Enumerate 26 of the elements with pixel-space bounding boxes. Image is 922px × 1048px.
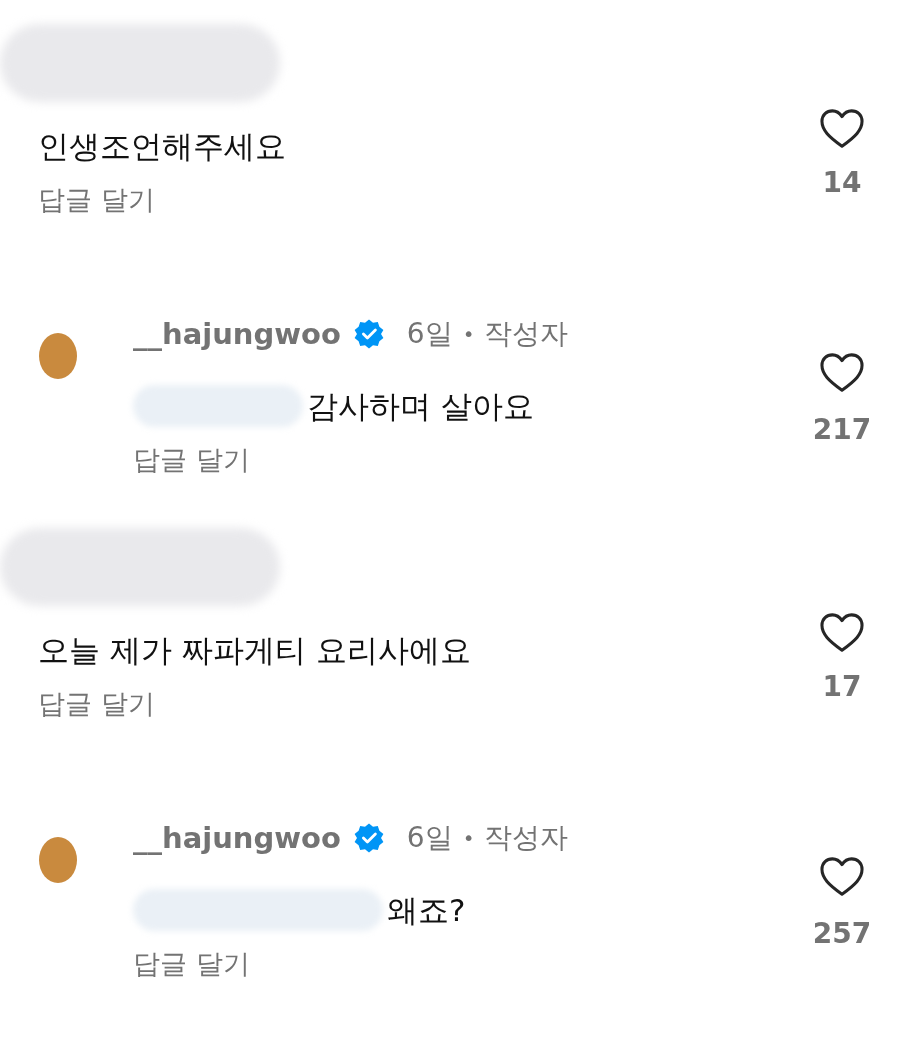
separator-dot: • [462, 825, 475, 852]
heart-icon[interactable] [819, 612, 865, 654]
reply-button[interactable]: 답글 달기 [133, 440, 250, 480]
comment-text: 오늘 제가 짜파게티 요리사에요 [38, 631, 472, 670]
comment-time: 6일 [406, 820, 453, 856]
username[interactable]: __hajungwoo [133, 314, 341, 354]
reply-button[interactable]: 답글 달기 [133, 944, 250, 984]
username[interactable]: __hajungwoo [133, 818, 341, 858]
comment-text: 인생조언해주세요 [38, 127, 287, 166]
author-label: 작성자 [484, 316, 569, 352]
like-count: 17 [822, 670, 862, 703]
heart-icon[interactable] [819, 108, 865, 150]
avatar-icon[interactable] [38, 332, 78, 380]
author-label: 작성자 [484, 820, 569, 856]
like-count: 257 [812, 916, 872, 952]
heart-icon[interactable] [819, 856, 865, 898]
avatar-icon[interactable] [38, 836, 78, 884]
comment-time: 6일 [406, 316, 453, 352]
reply-button[interactable]: 답글 달기 [38, 180, 155, 220]
heart-icon[interactable] [819, 352, 865, 394]
like-count: 217 [812, 412, 872, 448]
reply-button[interactable]: 답글 달기 [38, 684, 155, 724]
comment-text: 감사하며 살아요 [307, 387, 534, 426]
like-count: 14 [822, 166, 862, 199]
separator-dot: • [462, 321, 475, 348]
comment-text: 왜죠? [387, 891, 466, 930]
